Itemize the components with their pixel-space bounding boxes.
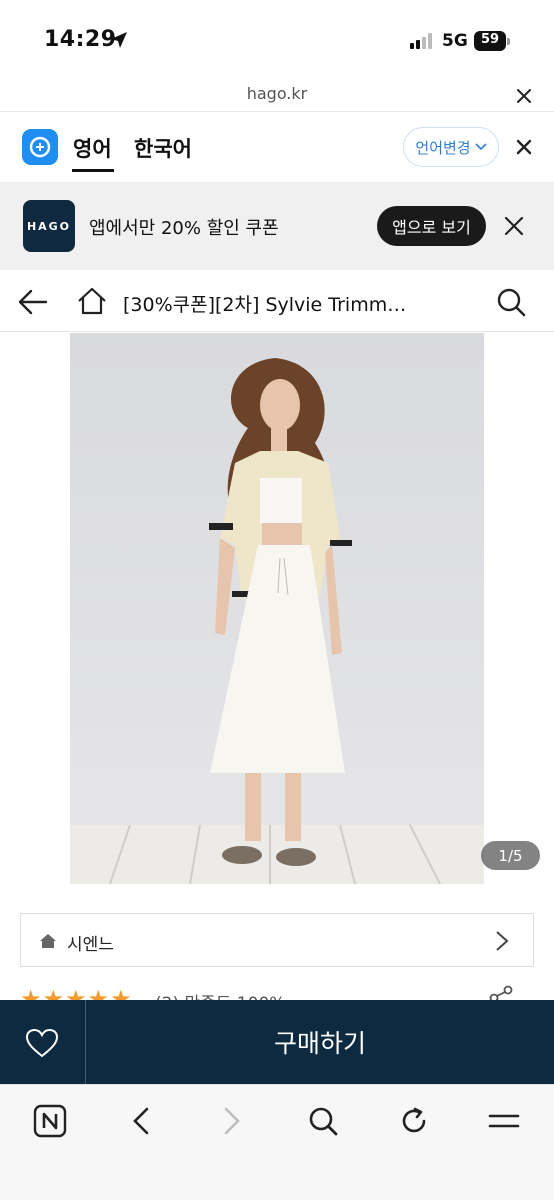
page-title: [30%쿠폰][2차] Sylvie Trimm… [123, 294, 407, 316]
change-language-button[interactable]: 언어변경 [403, 127, 499, 167]
reload-icon[interactable] [396, 1103, 432, 1139]
back-arrow-icon[interactable] [18, 287, 48, 317]
status-bar: 14:29 5G 59 [0, 0, 554, 80]
open-app-button[interactable]: 앱으로 보기 [377, 206, 486, 246]
search-icon[interactable] [496, 287, 526, 317]
browser-search-icon[interactable] [305, 1103, 341, 1139]
wishlist-button[interactable] [0, 1000, 86, 1084]
address-bar[interactable]: hago.kr [0, 80, 554, 112]
tab-english[interactable]: 영어 [73, 133, 112, 163]
banner-text: 앱에서만 20% 할인 쿠폰 [89, 218, 279, 239]
app-coupon-banner: HAGO 앱에서만 20% 할인 쿠폰 앱으로 보기 [0, 182, 554, 270]
url-text[interactable]: hago.kr [0, 84, 554, 103]
close-translate-icon[interactable] [514, 137, 534, 157]
status-time: 14:29 [44, 27, 117, 52]
close-tab-icon[interactable] [514, 86, 534, 106]
tab-korean[interactable]: 한국어 [134, 133, 192, 163]
image-counter: 1/5 [481, 841, 540, 870]
browser-back-icon[interactable] [123, 1103, 159, 1139]
battery-level: 59 [480, 32, 500, 47]
heart-icon [25, 1028, 59, 1058]
browser-forward-icon[interactable] [214, 1103, 250, 1139]
translate-logo-icon [22, 129, 58, 165]
browser-toolbar [0, 1084, 554, 1200]
translate-bar: 영어 한국어 언어변경 [0, 112, 554, 182]
shop-name: 시엔느 [67, 935, 114, 955]
hago-logo: HAGO [23, 200, 75, 252]
shop-home-icon [40, 934, 56, 948]
location-arrow-icon [111, 32, 127, 48]
page-header: [30%쿠폰][2차] Sylvie Trimm… [0, 270, 554, 332]
active-tab-underline [72, 169, 114, 172]
network-label: 5G [442, 31, 468, 51]
shop-link-row[interactable]: 시엔느 [20, 913, 534, 967]
menu-icon[interactable] [486, 1103, 522, 1139]
chevron-down-icon [475, 143, 487, 151]
battery-icon: 59 [474, 31, 510, 51]
change-language-label: 언어변경 [415, 138, 471, 157]
home-icon[interactable] [76, 285, 108, 317]
product-image[interactable] [70, 333, 484, 884]
naver-home-icon[interactable] [32, 1103, 68, 1139]
buy-button[interactable]: 구매하기 [86, 1000, 554, 1084]
close-banner-icon[interactable] [503, 215, 525, 237]
buy-bar: 구매하기 [0, 1000, 554, 1084]
cellular-signal-icon [410, 33, 432, 49]
chevron-right-icon [496, 931, 509, 951]
